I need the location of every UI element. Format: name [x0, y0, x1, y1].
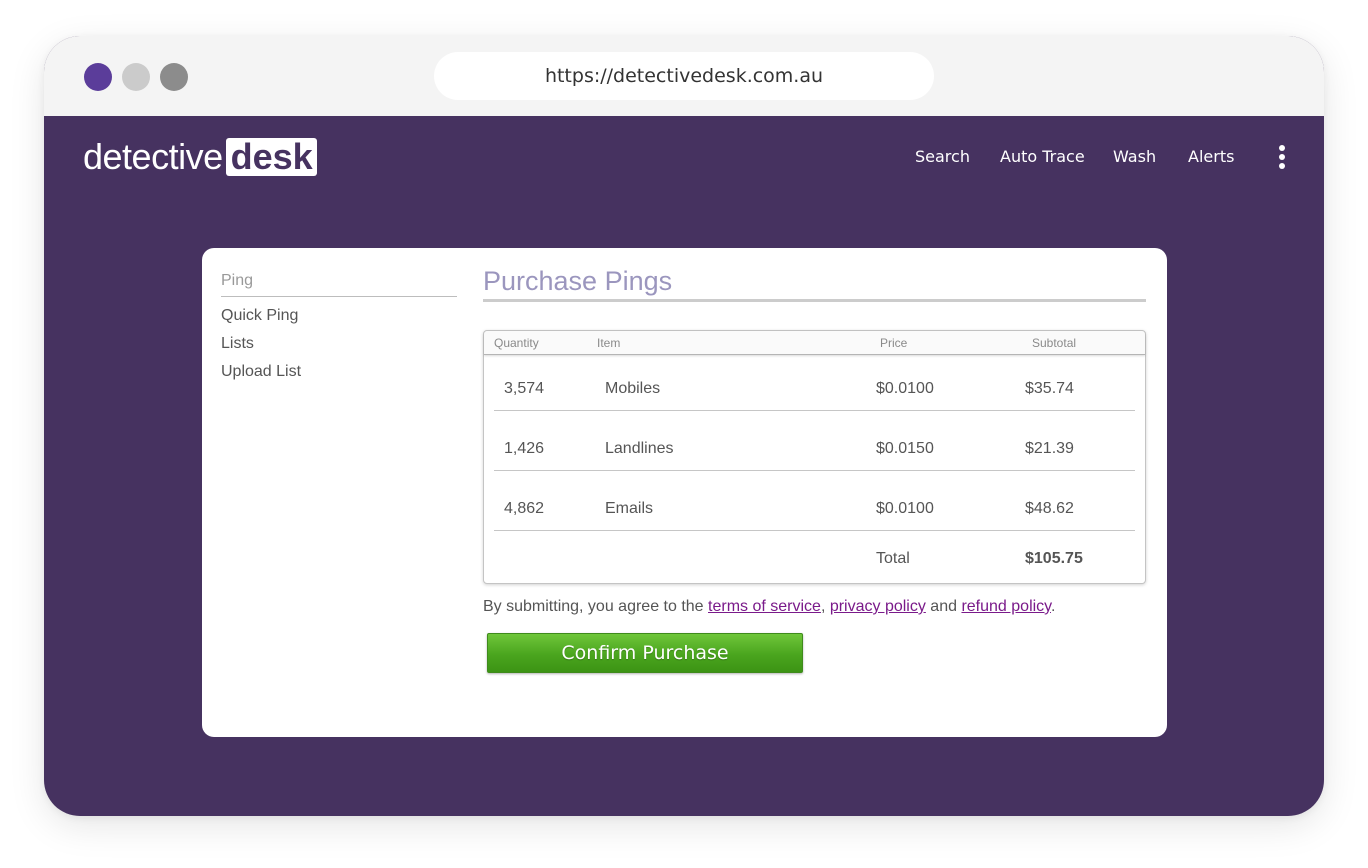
terms-suffix: . [1050, 598, 1056, 615]
cell-price: $0.0150 [876, 440, 934, 457]
purchase-card: Ping Quick Ping Lists Upload List Purcha… [202, 248, 1167, 737]
total-label: Total [876, 550, 910, 567]
cell-quantity: 1,426 [504, 440, 545, 457]
nav-search[interactable]: Search [915, 147, 970, 166]
total-value: $105.75 [1025, 550, 1083, 567]
table-row: 3,574 Mobiles $0.0100 $35.74 [494, 354, 1135, 411]
table-row: 4,862 Emails $0.0100 $48.62 [494, 474, 1135, 531]
terms-of-service-link[interactable]: terms of service [708, 598, 821, 615]
refund-policy-link[interactable]: refund policy [961, 598, 1051, 615]
cell-quantity: 4,862 [504, 500, 545, 517]
terms-and: and [925, 598, 962, 615]
nav-wash[interactable]: Wash [1113, 147, 1156, 166]
cell-price: $0.0100 [876, 380, 934, 397]
column-header-quantity: Quantity [494, 336, 539, 350]
column-header-price: Price [880, 336, 908, 350]
browser-window: https://detectivedesk.com.au detective d… [44, 36, 1324, 816]
terms-notice: By submitting, you agree to the terms of… [483, 598, 1055, 616]
total-row: Total $105.75 [494, 531, 1135, 587]
nav-alerts[interactable]: Alerts [1188, 147, 1234, 166]
browser-chrome: https://detectivedesk.com.au [44, 36, 1324, 116]
table-row: 1,426 Landlines $0.0150 $21.39 [494, 414, 1135, 471]
confirm-purchase-button[interactable]: Confirm Purchase [487, 633, 803, 673]
sidebar-item-lists[interactable]: Lists [221, 335, 457, 353]
cell-subtotal: $35.74 [1025, 380, 1074, 397]
ping-sidebar: Ping Quick Ping Lists Upload List [221, 272, 457, 381]
more-vertical-icon[interactable] [1276, 145, 1288, 169]
purchase-main: Purchase Pings Quantity Item Price Subto… [483, 266, 1146, 673]
terms-comma: , [820, 598, 830, 615]
cell-quantity: 3,574 [504, 380, 545, 397]
address-bar[interactable]: https://detectivedesk.com.au [434, 52, 934, 100]
cell-subtotal: $21.39 [1025, 440, 1074, 457]
close-window-button[interactable] [84, 63, 112, 91]
cell-item: Landlines [605, 440, 674, 457]
column-header-item: Item [597, 336, 621, 350]
purchase-table: Quantity Item Price Subtotal 3,574 Mobil… [483, 330, 1146, 584]
minimize-window-button[interactable] [122, 63, 150, 91]
sidebar-item-quick-ping[interactable]: Quick Ping [221, 307, 457, 325]
cell-item: Emails [605, 500, 654, 517]
sidebar-heading: Ping [221, 272, 457, 297]
nav-auto-trace[interactable]: Auto Trace [1000, 147, 1085, 166]
page-title: Purchase Pings [483, 266, 1146, 302]
main-nav: Search Auto Trace Wash Alerts [44, 147, 1324, 171]
sidebar-item-upload-list[interactable]: Upload List [221, 363, 457, 381]
privacy-policy-link[interactable]: privacy policy [830, 598, 926, 615]
cell-price: $0.0100 [876, 500, 934, 517]
cell-subtotal: $48.62 [1025, 500, 1074, 517]
cell-item: Mobiles [605, 380, 661, 397]
app-header: detective desk Search Auto Trace Wash Al… [44, 116, 1324, 196]
maximize-window-button[interactable] [160, 63, 188, 91]
column-header-subtotal: Subtotal [1032, 336, 1077, 350]
table-header: Quantity Item Price Subtotal [484, 331, 1145, 355]
terms-prefix: By submitting, you agree to the [483, 598, 709, 615]
